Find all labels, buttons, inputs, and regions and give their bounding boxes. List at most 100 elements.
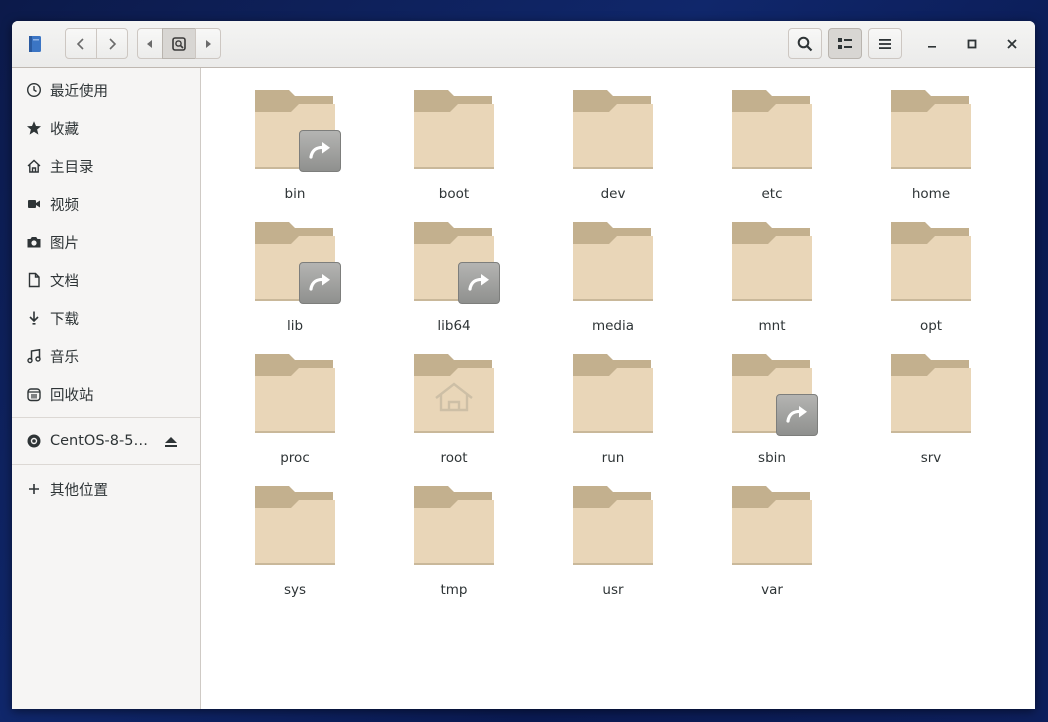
folder-item-dev[interactable]: dev bbox=[553, 88, 673, 208]
folder-icon bbox=[732, 486, 812, 565]
list-view-icon bbox=[838, 37, 852, 49]
sidebar-item-documents[interactable]: 文档 bbox=[12, 261, 200, 299]
hamburger-menu-icon bbox=[879, 38, 891, 49]
folder-item-home[interactable]: home bbox=[871, 88, 991, 208]
close-button[interactable] bbox=[1000, 32, 1024, 56]
sidebar-item-other-locations[interactable]: 其他位置 bbox=[12, 470, 200, 508]
menu-button[interactable] bbox=[868, 28, 902, 59]
clock-icon bbox=[26, 82, 42, 98]
folder-item-proc[interactable]: proc bbox=[235, 352, 355, 472]
sidebar-item-label: 其他位置 bbox=[50, 482, 108, 499]
folder-name: media bbox=[591, 318, 635, 334]
folder-name: lib64 bbox=[437, 318, 471, 334]
drive-root-icon bbox=[172, 36, 186, 51]
sidebar-item-label: 文档 bbox=[50, 273, 79, 290]
search-icon bbox=[797, 36, 813, 51]
sidebar-item-label: 音乐 bbox=[50, 349, 79, 366]
folder-item-etc[interactable]: etc bbox=[712, 88, 832, 208]
folder-name: opt bbox=[919, 318, 943, 334]
folder-name: root bbox=[440, 450, 468, 466]
minimize-icon bbox=[928, 46, 936, 48]
folder-name: dev bbox=[600, 186, 626, 202]
triangle-left-icon bbox=[147, 39, 152, 48]
sidebar-item-home[interactable]: 主目录 bbox=[12, 147, 200, 185]
sidebar-item-label: 最近使用 bbox=[50, 83, 108, 100]
folder-name: usr bbox=[602, 582, 624, 598]
folder-item-lib64[interactable]: lib64 bbox=[394, 220, 514, 340]
sidebar-item-label: 主目录 bbox=[50, 159, 94, 176]
folder-item-bin[interactable]: bin bbox=[235, 88, 355, 208]
folder-icon bbox=[414, 486, 494, 565]
sidebar-item-label: 图片 bbox=[50, 235, 79, 252]
folder-icon bbox=[732, 222, 812, 301]
sidebar-item-videos[interactable]: 视频 bbox=[12, 185, 200, 223]
sidebar-item-starred[interactable]: 收藏 bbox=[12, 109, 200, 147]
symlink-emblem-icon bbox=[299, 130, 341, 172]
forward-button[interactable] bbox=[96, 28, 128, 59]
folder-name: proc bbox=[280, 450, 310, 466]
folder-icon bbox=[891, 354, 971, 433]
folder-name: sbin bbox=[758, 450, 786, 466]
folder-item-opt[interactable]: opt bbox=[871, 220, 991, 340]
folder-icon bbox=[414, 354, 494, 433]
music-icon bbox=[26, 348, 42, 364]
folder-item-sys[interactable]: sys bbox=[235, 484, 355, 604]
folder-item-boot[interactable]: boot bbox=[394, 88, 514, 208]
sidebar-divider bbox=[12, 417, 200, 418]
sidebar-item-music[interactable]: 音乐 bbox=[12, 337, 200, 375]
folder-name: mnt bbox=[758, 318, 786, 334]
folder-name: srv bbox=[920, 450, 942, 466]
sidebar-divider bbox=[12, 464, 200, 465]
folder-item-srv[interactable]: srv bbox=[871, 352, 991, 472]
folder-icon bbox=[891, 222, 971, 301]
folder-icon bbox=[573, 486, 653, 565]
maximize-icon bbox=[967, 39, 977, 49]
sidebar-item-recent[interactable]: 最近使用 bbox=[12, 71, 200, 109]
plus-icon bbox=[26, 481, 42, 497]
search-button[interactable] bbox=[788, 28, 822, 59]
download-icon bbox=[26, 310, 42, 326]
maximize-button[interactable] bbox=[960, 32, 984, 56]
path-scroll-left-button[interactable] bbox=[137, 28, 163, 59]
triangle-right-icon bbox=[206, 39, 211, 48]
path-scroll-right-button[interactable] bbox=[195, 28, 221, 59]
trash-icon bbox=[26, 386, 42, 402]
sidebar-item-trash[interactable]: 回收站 bbox=[12, 375, 200, 413]
folder-item-var[interactable]: var bbox=[712, 484, 832, 604]
folder-item-mnt[interactable]: mnt bbox=[712, 220, 832, 340]
file-manager-window: 最近使用 收藏 主目录 视频 图片 文档 下载 音乐 回收站 CentOS-8-… bbox=[12, 21, 1035, 709]
sidebar-item-label: 回收站 bbox=[50, 387, 94, 404]
camera-icon bbox=[26, 234, 42, 250]
folder-item-root[interactable]: root bbox=[394, 352, 514, 472]
app-icon bbox=[28, 35, 42, 53]
home-icon bbox=[26, 158, 42, 174]
folder-item-run[interactable]: run bbox=[553, 352, 673, 472]
minimize-button[interactable] bbox=[920, 32, 944, 56]
file-grid: bin boot dev etc home lib lib64 media mnt opt proc… bbox=[201, 68, 1035, 709]
folder-name: run bbox=[601, 450, 625, 466]
folder-item-media[interactable]: media bbox=[553, 220, 673, 340]
symlink-emblem-icon bbox=[458, 262, 500, 304]
sidebar-item-downloads[interactable]: 下载 bbox=[12, 299, 200, 337]
chevron-right-icon bbox=[109, 37, 117, 50]
folder-icon bbox=[573, 90, 653, 169]
folder-item-sbin[interactable]: sbin bbox=[712, 352, 832, 472]
folder-item-lib[interactable]: lib bbox=[235, 220, 355, 340]
view-mode-button[interactable] bbox=[828, 28, 862, 59]
folder-icon bbox=[732, 90, 812, 169]
back-button[interactable] bbox=[65, 28, 97, 59]
chevron-left-icon bbox=[76, 37, 84, 50]
folder-icon bbox=[255, 354, 335, 433]
folder-name: tmp bbox=[440, 582, 468, 598]
eject-icon[interactable] bbox=[164, 434, 178, 448]
sidebar-item-label: 下载 bbox=[50, 311, 79, 328]
folder-icon bbox=[573, 354, 653, 433]
folder-item-usr[interactable]: usr bbox=[553, 484, 673, 604]
folder-name: etc bbox=[761, 186, 783, 202]
path-root-button[interactable] bbox=[162, 28, 196, 59]
sidebar-item-label: 视频 bbox=[50, 197, 79, 214]
folder-name: var bbox=[761, 582, 783, 598]
folder-item-tmp[interactable]: tmp bbox=[394, 484, 514, 604]
sidebar-item-pictures[interactable]: 图片 bbox=[12, 223, 200, 261]
sidebar-item-device[interactable]: CentOS-8-5… bbox=[12, 422, 200, 460]
